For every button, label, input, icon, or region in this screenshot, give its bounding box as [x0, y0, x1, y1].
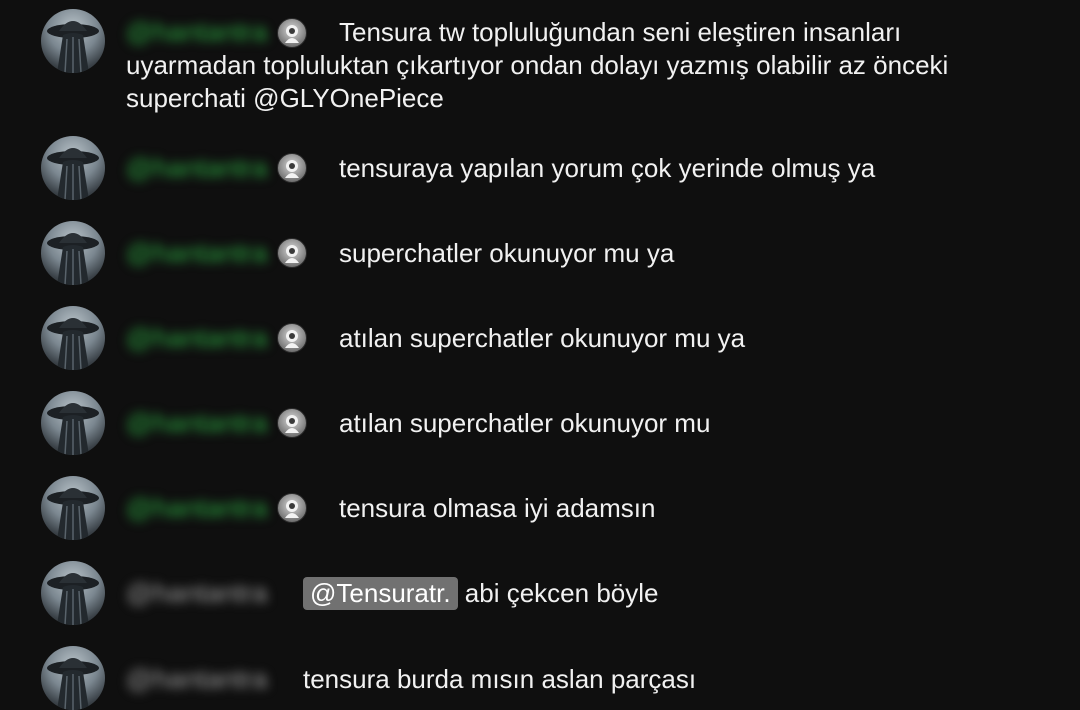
message-text-body: abi çekcen böyle: [464, 578, 659, 608]
message-text-line1: Tensura tw topluluğundan seni eleştiren …: [339, 17, 902, 47]
user-avatar-icon[interactable]: [41, 136, 105, 200]
member-badge-icon: [277, 408, 307, 438]
member-badge-icon: [277, 153, 307, 183]
chat-message: @hantantra Tensura tw topluluğundan seni…: [0, 0, 1080, 130]
author-name[interactable]: @hantantra: [126, 407, 268, 439]
user-avatar-icon[interactable]: [41, 646, 105, 710]
author-name[interactable]: @hantantra: [126, 492, 268, 524]
user-avatar-icon[interactable]: [41, 476, 105, 540]
user-avatar-icon[interactable]: [41, 561, 105, 625]
chat-message: @hantantra @Tensuratr. abi çekcen böyle: [0, 561, 1080, 625]
author-name[interactable]: @hantantra: [126, 152, 268, 184]
message-text: tensura olmasa iyi adamsın: [339, 493, 656, 523]
message-text: tensuraya yapılan yorum çok yerinde olmu…: [339, 153, 876, 183]
message-text: tensura burda mısın aslan parçası: [303, 664, 697, 694]
message-text: atılan superchatler okunuyor mu ya: [339, 323, 746, 353]
message-text: atılan superchatler okunuyor mu: [339, 408, 711, 438]
chat-message: @hantantra tensura burda mısın aslan par…: [0, 646, 1080, 710]
author-name[interactable]: @hantantra: [126, 663, 268, 695]
user-avatar-icon[interactable]: [41, 391, 105, 455]
message-text: @Tensuratr. abi çekcen böyle: [303, 577, 658, 610]
chat-message: @hantantra tensuraya yapılan yorum çok y…: [0, 136, 1080, 200]
chat-message: @hantantra atılan superchatler okunuyor …: [0, 391, 1080, 455]
message-text-rest: uyarmadan topluluktan çıkartıyor ondan d…: [126, 50, 949, 113]
author-name[interactable]: @hantantra: [126, 322, 268, 354]
chat-message: @hantantra atılan superchatler okunuyor …: [0, 306, 1080, 370]
user-avatar-icon[interactable]: [41, 9, 105, 73]
author-name[interactable]: @hantantra: [126, 237, 268, 269]
author-name[interactable]: @hantantra: [126, 577, 268, 609]
chat-message: @hantantra superchatler okunuyor mu ya: [0, 221, 1080, 285]
member-badge-icon: [277, 323, 307, 353]
live-chat-list: @hantantra Tensura tw topluluğundan seni…: [0, 0, 1080, 710]
message-text: superchatler okunuyor mu ya: [339, 238, 675, 268]
member-badge-icon: [277, 493, 307, 523]
user-avatar-icon[interactable]: [41, 306, 105, 370]
chat-message: @hantantra tensura olmasa iyi adamsın: [0, 476, 1080, 540]
user-avatar-icon[interactable]: [41, 221, 105, 285]
message-text: Tensura tw topluluğundan seni eleştiren …: [126, 16, 1046, 115]
member-badge-icon: [277, 238, 307, 268]
mention-chip[interactable]: @Tensuratr.: [303, 577, 458, 610]
